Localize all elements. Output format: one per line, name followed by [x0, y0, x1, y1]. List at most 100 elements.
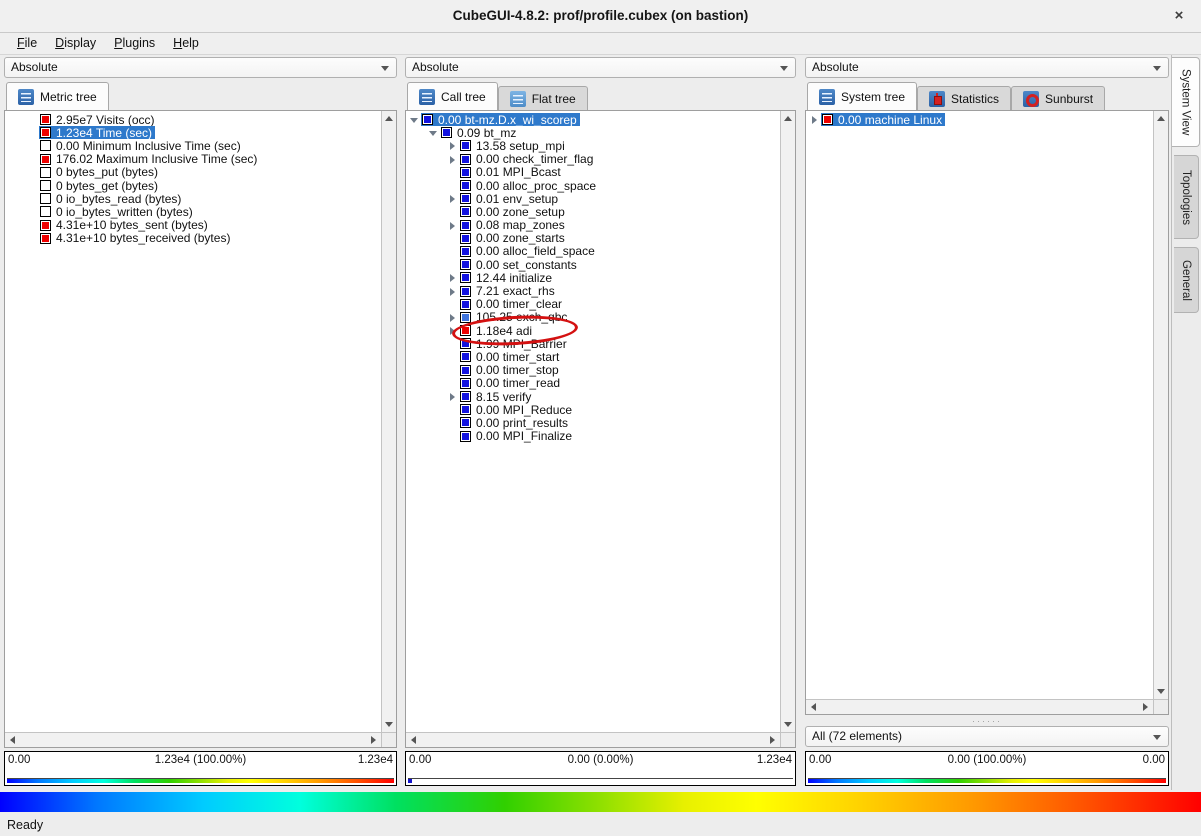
- tree-row[interactable]: 4.31e+10 bytes_received (bytes): [7, 232, 379, 245]
- tree-item[interactable]: 0.00 MPI_Reduce: [459, 403, 575, 416]
- call-value-mode-combo[interactable]: Absolute: [405, 57, 796, 78]
- tree-item[interactable]: 0.09 bt_mz: [440, 126, 519, 139]
- tree-item[interactable]: 0.00 timer_stop: [459, 364, 562, 377]
- system-tab-statistics[interactable]: Statistics: [917, 86, 1011, 110]
- tree-row[interactable]: 0.00 zone_starts: [408, 232, 778, 245]
- tree-item[interactable]: 0 io_bytes_written (bytes): [39, 205, 196, 218]
- tree-row[interactable]: 0 bytes_put (bytes): [7, 166, 379, 179]
- tree-item[interactable]: 0.01 env_setup: [459, 192, 561, 205]
- tree-item[interactable]: 4.31e+10 bytes_sent (bytes): [39, 219, 211, 232]
- tree-item[interactable]: 0.00 MPI_Finalize: [459, 430, 575, 443]
- tree-row[interactable]: 0.00 alloc_proc_space: [408, 179, 778, 192]
- close-icon[interactable]: ×: [1169, 6, 1189, 26]
- system-tab-sunburst[interactable]: Sunburst: [1011, 86, 1105, 110]
- expand-icon[interactable]: [808, 113, 821, 126]
- tree-row[interactable]: 176.02 Maximum Inclusive Time (sec): [7, 153, 379, 166]
- scroll-right-icon[interactable]: [371, 736, 376, 744]
- tree-item[interactable]: 12.44 initialize: [459, 271, 555, 284]
- side-tab-topologies[interactable]: Topologies: [1174, 155, 1199, 239]
- scroll-down-icon[interactable]: [784, 722, 792, 727]
- scroll-up-icon[interactable]: [784, 116, 792, 121]
- tree-row[interactable]: 0.01 MPI_Bcast: [408, 166, 778, 179]
- tree-item[interactable]: 0.08 map_zones: [459, 219, 568, 232]
- scroll-left-icon[interactable]: [10, 736, 15, 744]
- tree-row[interactable]: 0.00 machine Linux: [808, 113, 1151, 126]
- tree-row[interactable]: 0.01 env_setup: [408, 192, 778, 205]
- tree-row[interactable]: 13.58 setup_mpi: [408, 139, 778, 152]
- tree-item[interactable]: 0.00 check_timer_flag: [459, 153, 596, 166]
- vertical-scrollbar[interactable]: [381, 111, 396, 732]
- scroll-right-icon[interactable]: [770, 736, 775, 744]
- collapse-icon[interactable]: [408, 113, 421, 126]
- system-tab-system-tree[interactable]: System tree: [807, 82, 917, 110]
- expand-icon[interactable]: [446, 219, 459, 232]
- tree-row[interactable]: 1.99 MPI_Barrier: [408, 337, 778, 350]
- expand-icon[interactable]: [446, 153, 459, 166]
- horizontal-scrollbar[interactable]: [5, 732, 381, 747]
- tree-row[interactable]: 0.00 timer_start: [408, 350, 778, 363]
- scroll-right-icon[interactable]: [1143, 703, 1148, 711]
- menu-item-plugins[interactable]: Plugins: [105, 33, 164, 50]
- call-tab-flat-tree[interactable]: Flat tree: [498, 86, 588, 110]
- tree-item[interactable]: 0.00 zone_setup: [459, 205, 568, 218]
- tree-item[interactable]: 0.01 MPI_Bcast: [459, 166, 564, 179]
- tree-item[interactable]: 4.31e+10 bytes_received (bytes): [39, 232, 233, 245]
- scroll-down-icon[interactable]: [385, 722, 393, 727]
- system-filter-combo[interactable]: All (72 elements): [805, 726, 1169, 747]
- tree-row[interactable]: 0.09 bt_mz: [408, 126, 778, 139]
- tree-row[interactable]: 0.08 map_zones: [408, 219, 778, 232]
- tree-row[interactable]: 0.00 print_results: [408, 416, 778, 429]
- scroll-down-icon[interactable]: [1157, 689, 1165, 694]
- tree-row[interactable]: 0.00 bt-mz.D.x_wi_scorep: [408, 113, 778, 126]
- tree-row[interactable]: 0.00 MPI_Reduce: [408, 403, 778, 416]
- tree-row[interactable]: 4.31e+10 bytes_sent (bytes): [7, 219, 379, 232]
- side-tab-system-view[interactable]: System View: [1172, 57, 1200, 147]
- tree-item-selected[interactable]: 1.23e4 Time (sec): [39, 126, 155, 139]
- tree-item[interactable]: 0 io_bytes_read (bytes): [39, 192, 184, 205]
- menu-item-file[interactable]: File: [8, 33, 46, 50]
- system-value-mode-combo[interactable]: Absolute: [805, 57, 1169, 78]
- vertical-scrollbar[interactable]: [1153, 111, 1168, 699]
- expand-icon[interactable]: [446, 192, 459, 205]
- expand-icon[interactable]: [446, 390, 459, 403]
- tree-row[interactable]: 0.00 check_timer_flag: [408, 153, 778, 166]
- tree-item[interactable]: 2.95e7 Visits (occ): [39, 113, 158, 126]
- tree-item[interactable]: 7.21 exact_rhs: [459, 284, 558, 297]
- expand-icon[interactable]: [446, 324, 459, 337]
- tree-item[interactable]: 0.00 timer_clear: [459, 298, 565, 311]
- tree-row[interactable]: 0 io_bytes_read (bytes): [7, 192, 379, 205]
- tree-row[interactable]: 0.00 timer_read: [408, 377, 778, 390]
- scroll-up-icon[interactable]: [385, 116, 393, 121]
- tree-item[interactable]: 13.58 setup_mpi: [459, 139, 568, 152]
- horizontal-scrollbar[interactable]: [806, 699, 1153, 714]
- collapse-icon[interactable]: [427, 126, 440, 139]
- expand-icon[interactable]: [446, 285, 459, 298]
- tree-item[interactable]: 0.00 timer_start: [459, 350, 562, 363]
- splitter-handle[interactable]: ······: [805, 716, 1169, 726]
- menu-item-help[interactable]: Help: [164, 33, 208, 50]
- horizontal-scrollbar[interactable]: [406, 732, 780, 747]
- expand-icon[interactable]: [446, 139, 459, 152]
- vertical-scrollbar[interactable]: [780, 111, 795, 732]
- tree-item-selected[interactable]: 0.00 machine Linux: [821, 113, 945, 126]
- tree-item[interactable]: 0.00 timer_read: [459, 377, 563, 390]
- tree-row[interactable]: 1.18e4 adi: [408, 324, 778, 337]
- tree-item[interactable]: 8.15 verify: [459, 390, 534, 403]
- metric-tab-metric-tree[interactable]: Metric tree: [6, 82, 109, 110]
- tree-row[interactable]: 8.15 verify: [408, 390, 778, 403]
- tree-row[interactable]: 0.00 zone_setup: [408, 205, 778, 218]
- tree-row[interactable]: 0.00 MPI_Finalize: [408, 430, 778, 443]
- call-tab-call-tree[interactable]: Call tree: [407, 82, 498, 110]
- tree-item[interactable]: 1.99 MPI_Barrier: [459, 337, 570, 350]
- tree-item[interactable]: 0.00 alloc_field_space: [459, 245, 598, 258]
- expand-icon[interactable]: [446, 271, 459, 284]
- tree-row[interactable]: 1.23e4 Time (sec): [7, 126, 379, 139]
- scroll-up-icon[interactable]: [1157, 116, 1165, 121]
- tree-row[interactable]: 0.00 set_constants: [408, 258, 778, 271]
- tree-item[interactable]: 0.00 alloc_proc_space: [459, 179, 599, 192]
- tree-row[interactable]: 0 bytes_get (bytes): [7, 179, 379, 192]
- scroll-left-icon[interactable]: [411, 736, 416, 744]
- tree-item[interactable]: 0.00 Minimum Inclusive Time (sec): [39, 139, 244, 152]
- tree-item[interactable]: 176.02 Maximum Inclusive Time (sec): [39, 153, 260, 166]
- tree-item[interactable]: 1.18e4 adi: [459, 324, 535, 337]
